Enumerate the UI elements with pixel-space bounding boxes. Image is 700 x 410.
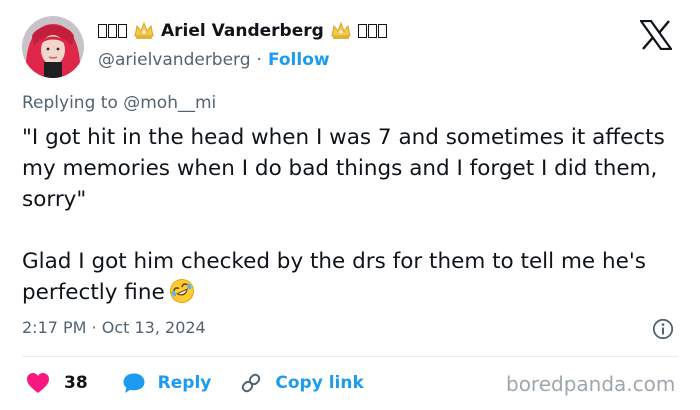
rolling-laughing-emoji — [169, 279, 194, 303]
follow-button[interactable]: Follow — [268, 50, 330, 70]
tweet-paragraph-followup-text: Glad I got him checked by the drs for th… — [22, 249, 646, 305]
replying-handle[interactable]: @moh__mi — [123, 93, 216, 113]
link-icon — [242, 373, 261, 393]
tweet-body: "I got hit in the head when I was 7 and … — [22, 122, 682, 308]
author-handle-line: @arielvanderberg · Follow — [98, 48, 330, 72]
tweet-timestamp[interactable]: 2:17 PM · Oct 13, 2024 — [22, 318, 206, 337]
avatar[interactable] — [22, 16, 84, 78]
reply-button[interactable]: Reply — [122, 372, 212, 394]
missing-glyph-icon — [357, 24, 387, 38]
heart-icon — [27, 373, 49, 393]
x-logo-icon[interactable] — [640, 20, 672, 50]
author-handle[interactable]: @arielvanderberg — [98, 50, 251, 70]
reply-icon — [123, 373, 145, 393]
replying-prefix: Replying to — [22, 93, 124, 113]
missing-glyph-icon — [98, 24, 127, 38]
crown-icon — [134, 21, 154, 39]
separator-dot: · — [256, 50, 262, 70]
info-icon[interactable] — [652, 318, 674, 340]
action-bar: 38 Reply Copy link — [26, 368, 364, 398]
copy-link-label: Copy link — [275, 373, 364, 393]
divider — [22, 356, 678, 357]
reply-label: Reply — [157, 373, 212, 393]
author-display-name[interactable]: Ariel Vanderberg — [161, 21, 324, 41]
watermark: boredpanda.com — [506, 372, 676, 396]
tweet-paragraph-followup: Glad I got him checked by the drs for th… — [22, 246, 682, 308]
like-button[interactable]: 38 — [26, 372, 88, 394]
tweet-paragraph-quote: "I got hit in the head when I was 7 and … — [22, 125, 665, 212]
replying-to: Replying to @moh__mi — [22, 93, 216, 113]
like-count: 38 — [64, 373, 88, 393]
copy-link-button[interactable]: Copy link — [239, 371, 364, 395]
author-name-line[interactable]: Ariel Vanderberg — [98, 18, 387, 44]
crown-icon — [331, 21, 351, 39]
